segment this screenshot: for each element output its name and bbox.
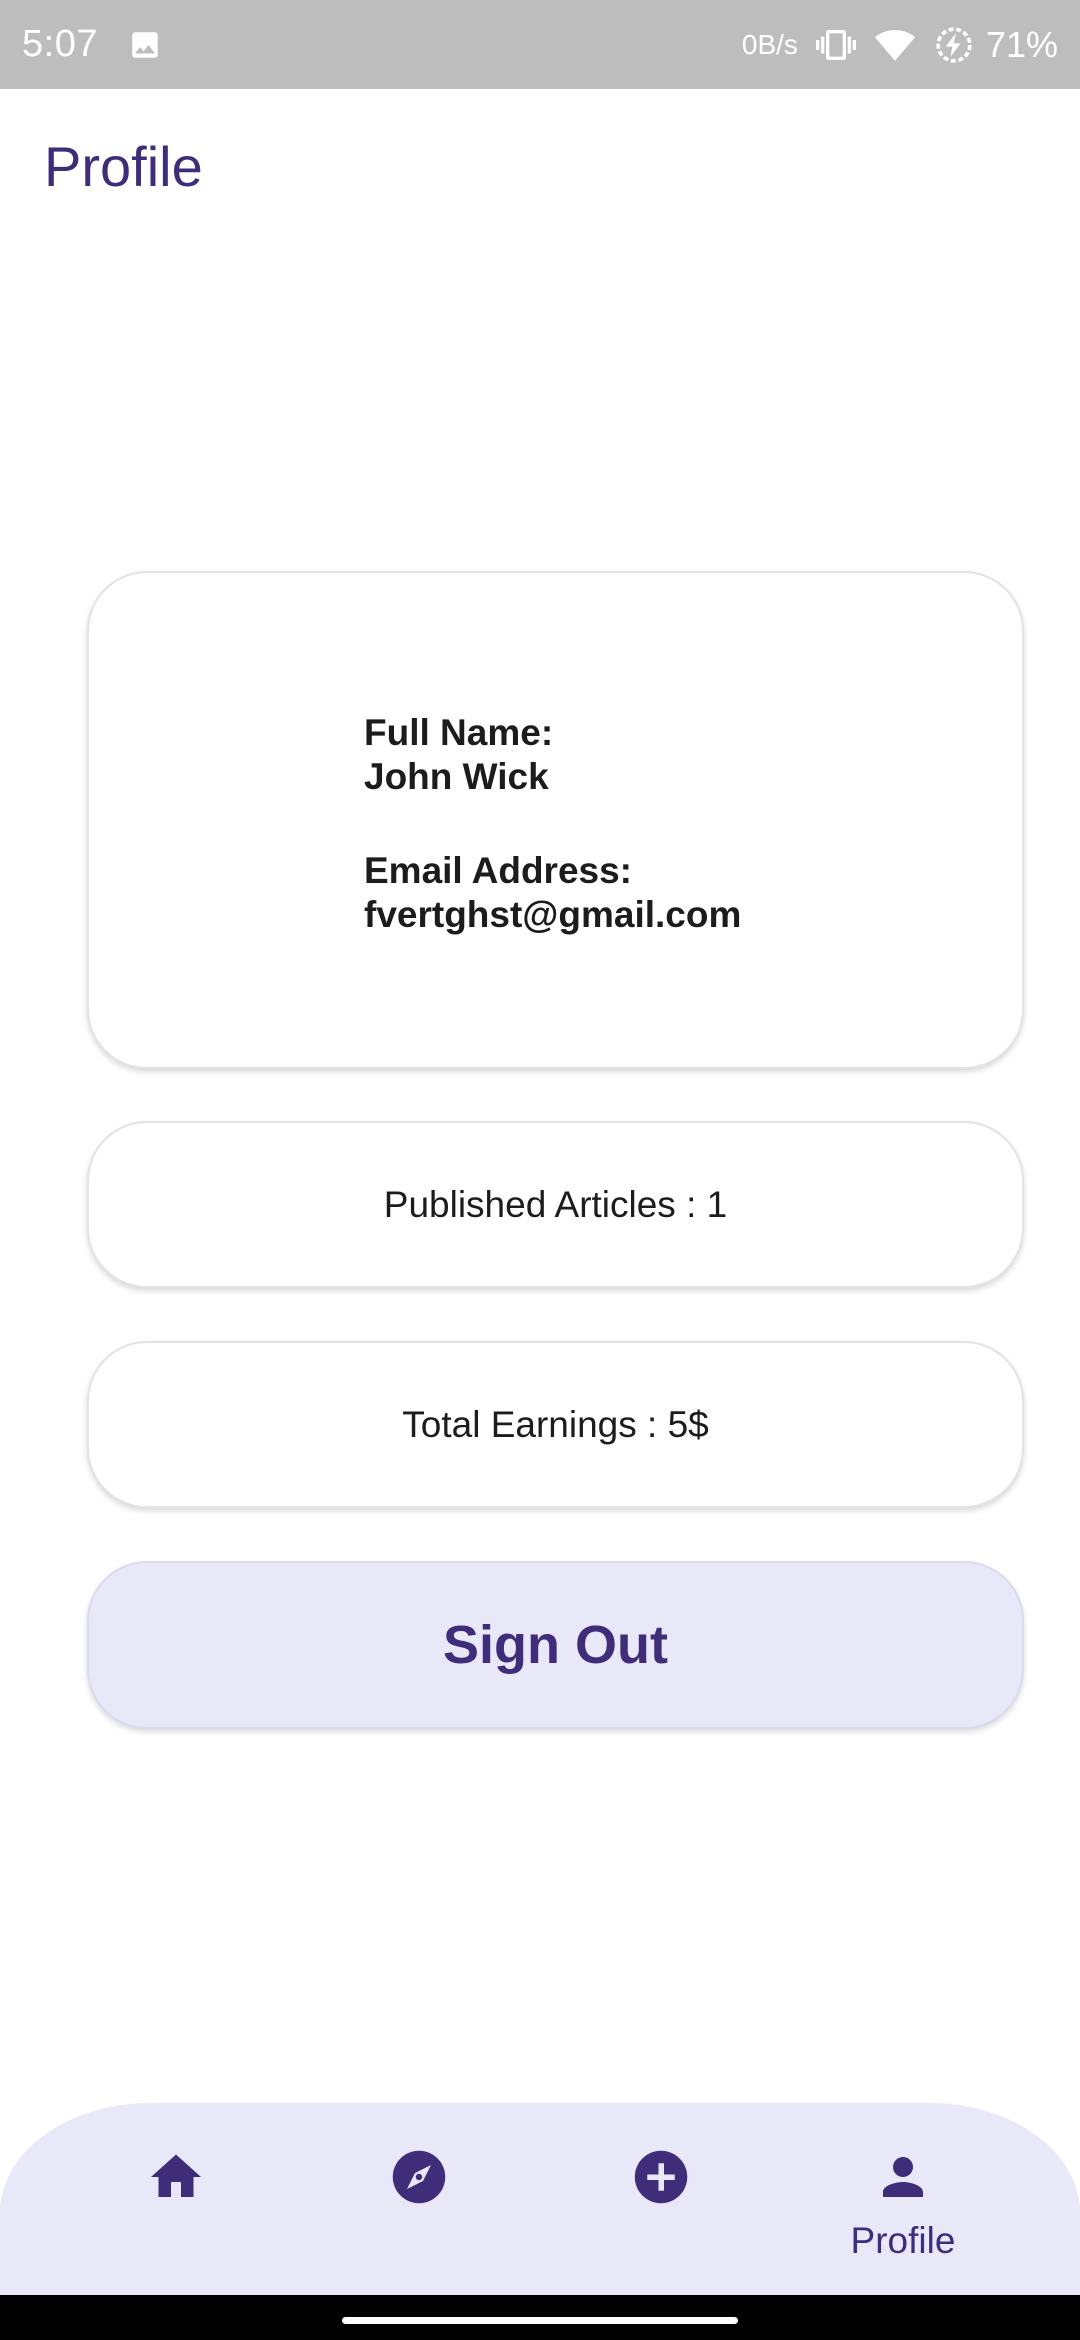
nav-item-add[interactable] (540, 2103, 782, 2295)
battery-saver-icon (934, 25, 974, 65)
total-earnings-card: Total Earnings : 5$ (87, 1341, 1024, 1508)
profile-screen: 5:07 0B/s 71% Profile Full Name: John Wi… (0, 0, 1080, 2340)
email-value: fvertghst@gmail.com (364, 894, 742, 935)
nav-item-home[interactable] (55, 2103, 297, 2295)
full-name-label: Full Name: (364, 712, 554, 753)
profile-info-card: Full Name: John Wick Email Address: fver… (87, 571, 1024, 1069)
home-icon (146, 2147, 206, 2212)
wifi-icon (874, 24, 916, 66)
battery-percent: 71% (985, 23, 1058, 65)
sign-out-label: Sign Out (443, 1615, 668, 1675)
full-name-value: John Wick (364, 756, 549, 797)
compass-icon (389, 2147, 449, 2212)
system-navigation-bar (0, 2295, 1080, 2340)
status-left: 5:07 (22, 23, 162, 66)
profile-info: Full Name: John Wick Email Address: fver… (364, 711, 741, 937)
person-icon (873, 2147, 933, 2212)
page-title: Profile (44, 135, 203, 198)
sign-out-button[interactable]: Sign Out (87, 1561, 1024, 1729)
nav-label-profile: Profile (850, 2220, 956, 2261)
home-gesture-handle[interactable] (342, 2317, 738, 2324)
add-circle-icon (631, 2147, 691, 2212)
status-bar: 5:07 0B/s 71% (0, 0, 1080, 89)
nav-item-explore[interactable] (298, 2103, 540, 2295)
vibrate-icon (815, 25, 856, 65)
status-time: 5:07 (22, 23, 98, 65)
image-notification-icon (128, 28, 162, 62)
total-earnings-text: Total Earnings : 5$ (402, 1403, 709, 1445)
published-articles-card: Published Articles : 1 (87, 1121, 1024, 1288)
email-label: Email Address: (364, 850, 632, 891)
status-right: 0B/s 71% (742, 24, 1058, 66)
bottom-navigation: Profile (0, 2103, 1080, 2295)
published-articles-text: Published Articles : 1 (383, 1183, 728, 1225)
network-speed: 0B/s (741, 28, 798, 60)
nav-item-profile[interactable]: Profile (782, 2103, 1024, 2295)
